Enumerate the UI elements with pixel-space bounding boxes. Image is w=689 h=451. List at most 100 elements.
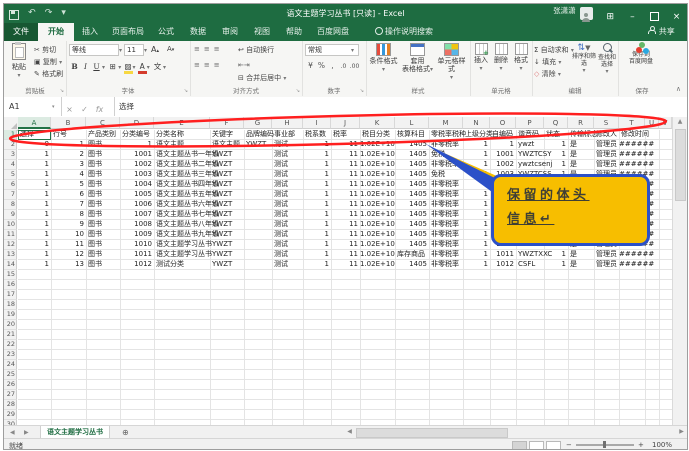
grid-cell[interactable]: 核算科目: [395, 130, 429, 140]
clear-button[interactable]: ◇ 清除 ▾: [534, 69, 561, 79]
grid-row-number[interactable]: 3: [4, 150, 17, 160]
grid-cell[interactable]: 语文主题丛书六年级: [154, 200, 210, 210]
grid-column-header-C[interactable]: C: [86, 117, 120, 129]
grid-cell[interactable]: 1: [544, 160, 568, 170]
grid-cell[interactable]: 1.02E+10: [360, 200, 395, 210]
user-name[interactable]: 张潇潇: [553, 6, 576, 15]
grid-cell[interactable]: YWZTCSY: [516, 150, 544, 160]
tab-data[interactable]: 数据: [182, 23, 214, 41]
grid-cell[interactable]: 非零税率: [429, 160, 463, 170]
grid-cell[interactable]: 1: [303, 190, 331, 200]
grid-cell[interactable]: 测试: [272, 170, 303, 180]
collapse-ribbon-icon[interactable]: ∧: [676, 85, 681, 93]
bold-button[interactable]: B: [69, 62, 80, 71]
grid-cell[interactable]: 1: [544, 260, 568, 270]
grid-column-header-V[interactable]: V: [659, 117, 672, 129]
grid-cell[interactable]: 修改时间: [619, 130, 645, 140]
grid-cell[interactable]: 1: [463, 250, 490, 260]
grid-cell[interactable]: 1: [18, 170, 51, 180]
grid-cell[interactable]: 1: [120, 140, 154, 150]
normal-view-button[interactable]: [512, 441, 527, 451]
number-format-select[interactable]: 常规▾: [305, 44, 359, 56]
grid-cell[interactable]: YWZT: [210, 230, 244, 240]
grid-column-header-J[interactable]: J: [331, 117, 360, 129]
grid-cell[interactable]: YWZT: [210, 220, 244, 230]
grid-cell[interactable]: 1: [463, 180, 490, 190]
grid-cell[interactable]: 测试: [272, 230, 303, 240]
grid-cell[interactable]: 11: [331, 170, 360, 180]
grid-row-number[interactable]: 14: [4, 260, 17, 270]
grid-cell[interactable]: 行号: [51, 130, 86, 140]
grid-column-header-L[interactable]: L: [395, 117, 429, 129]
grid-cell[interactable]: 语文主题丛书九年级: [154, 230, 210, 240]
grid-cell[interactable]: 11: [331, 210, 360, 220]
grid-cell[interactable]: YWZT: [210, 170, 244, 180]
grid-cell[interactable]: 语文主题丛书二年级: [154, 160, 210, 170]
grid-cell[interactable]: 图书: [86, 150, 120, 160]
grid-cell[interactable]: 8: [51, 210, 86, 220]
grid-cell[interactable]: 1: [463, 170, 490, 180]
grid-column-header-A[interactable]: A: [18, 117, 51, 129]
grid-cell[interactable]: 11: [331, 200, 360, 210]
grid-cell[interactable]: ######: [619, 260, 645, 270]
copy-button[interactable]: ▣ 复制 ▾: [34, 57, 62, 67]
grid-cell[interactable]: YWZT: [210, 200, 244, 210]
grid-cell[interactable]: 管理员: [594, 150, 619, 160]
grid-cell[interactable]: 管理员: [594, 140, 619, 150]
grid-column-header-P[interactable]: P: [516, 117, 544, 129]
grid-cell[interactable]: 非零税率: [429, 260, 463, 270]
grid-cell[interactable]: 语文主题丛书四年级: [154, 180, 210, 190]
grid-cell[interactable]: 事业部: [272, 130, 303, 140]
grid-column-header-T[interactable]: T: [619, 117, 645, 129]
grid-cell[interactable]: 1008: [120, 220, 154, 230]
grid-cell[interactable]: 11: [331, 230, 360, 240]
grid-cell[interactable]: 免税: [429, 170, 463, 180]
grid-cell[interactable]: 语文主题丛书五年级: [154, 190, 210, 200]
grid-column-header-N[interactable]: N: [463, 117, 490, 129]
cut-button[interactable]: ✂ 剪切: [34, 45, 56, 55]
grid-cell[interactable]: 图书: [86, 160, 120, 170]
phonetic-guide-button[interactable]: 文: [152, 61, 163, 72]
zoom-level[interactable]: 100%: [652, 441, 672, 449]
grid-cell[interactable]: 11: [331, 220, 360, 230]
grid-row-number[interactable]: 2: [4, 140, 17, 150]
name-box-dropdown[interactable]: ▾: [52, 104, 55, 110]
grid-cell[interactable]: 1405: [395, 230, 429, 240]
grid-cell[interactable]: 7: [51, 200, 86, 210]
grid-cell[interactable]: YWZT: [244, 140, 272, 150]
grid-column-header-M[interactable]: M: [429, 117, 463, 129]
tab-home[interactable]: 开始: [38, 23, 74, 41]
grid-cell[interactable]: 测试: [272, 220, 303, 230]
grid-row-number[interactable]: 10: [4, 220, 17, 230]
grid-cell[interactable]: 库存商品: [395, 250, 429, 260]
font-name-select[interactable]: 等线▾: [69, 44, 122, 56]
tab-view[interactable]: 视图: [246, 23, 278, 41]
grid-cell[interactable]: 税目分类: [360, 130, 395, 140]
grid-cell[interactable]: YWZT: [210, 160, 244, 170]
grid-cell[interactable]: 测试: [272, 160, 303, 170]
grid-cell[interactable]: 1405: [395, 160, 429, 170]
grid-cell[interactable]: 4: [51, 170, 86, 180]
grid-cell[interactable]: 1006: [120, 200, 154, 210]
grid-row-number[interactable]: 12: [4, 240, 17, 250]
grid-cell[interactable]: 是: [568, 160, 594, 170]
grid-row-number[interactable]: 5: [4, 170, 17, 180]
grid-cell[interactable]: 测试: [272, 250, 303, 260]
grid-cell[interactable]: 2: [51, 150, 86, 160]
grid-cell[interactable]: 10: [51, 230, 86, 240]
grid-cell[interactable]: ######: [619, 140, 645, 150]
clipboard-dialog-launcher[interactable]: ↘: [60, 88, 64, 94]
grid-cell[interactable]: 1.02E+10: [360, 180, 395, 190]
grid-cell[interactable]: 测试分类: [154, 260, 210, 270]
grid-cell[interactable]: 管理员: [594, 250, 619, 260]
font-size-select[interactable]: 11▾: [124, 44, 147, 56]
grid-cell[interactable]: 1: [303, 230, 331, 240]
grid-cell[interactable]: 非零税率: [429, 190, 463, 200]
grid-cell[interactable]: 1: [463, 190, 490, 200]
grid-cell[interactable]: 1: [490, 140, 516, 150]
horizontal-scroll-thumb[interactable]: [356, 428, 508, 438]
grid-cell[interactable]: 1: [303, 250, 331, 260]
grid-row-number[interactable]: 15: [4, 270, 17, 280]
grid-cell[interactable]: 传输标志: [568, 130, 594, 140]
grid-cell[interactable]: 图书: [86, 260, 120, 270]
